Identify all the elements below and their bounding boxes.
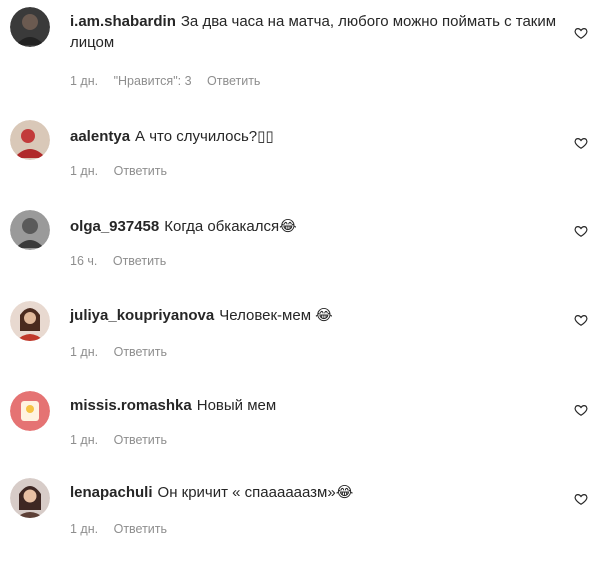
comment-time[interactable]: 1 дн. [70, 74, 98, 88]
comment-item: missis.romashka Новый мем 1 дн. Ответить [0, 391, 600, 481]
comment-item: i.am.shabardin За два часа на матча, любо… [0, 4, 600, 94]
avatar[interactable] [10, 210, 50, 250]
heart-outline-icon[interactable] [574, 492, 588, 506]
comment-item: juliya_koupriyanova Человек-мем 😂 1 дн. О… [0, 301, 600, 391]
reply-button[interactable]: Ответить [114, 433, 167, 447]
heart-outline-icon[interactable] [574, 26, 588, 40]
avatar[interactable] [10, 120, 50, 160]
heart-outline-icon[interactable] [574, 224, 588, 238]
comment-meta: 1 дн. Ответить [70, 164, 179, 178]
comment-username[interactable]: missis.romashka [70, 397, 192, 414]
comment-username[interactable]: olga_937458 [70, 218, 159, 235]
reply-button[interactable]: Ответить [114, 345, 167, 359]
comment-text-block: aalentya А что случилось?▯▯ [70, 126, 560, 147]
comment-time[interactable]: 1 дн. [70, 164, 98, 178]
comment-time[interactable]: 1 дн. [70, 345, 98, 359]
comment-item: lenapachuli Он кричит « спаааааазм»😂 1 дн… [0, 478, 600, 568]
comment-likes[interactable]: "Нравится": 3 [114, 74, 192, 88]
comment-time[interactable]: 16 ч. [70, 254, 97, 268]
comment-username[interactable]: i.am.shabardin [70, 13, 176, 30]
comment-text-block: i.am.shabardin За два часа на матча, любо… [70, 11, 560, 53]
heart-outline-icon[interactable] [574, 313, 588, 327]
comment-item: aalentya А что случилось?▯▯ 1 дн. Ответит… [0, 120, 600, 210]
comment-text-block: missis.romashka Новый мем [70, 395, 560, 416]
comment-meta: 16 ч. Ответить [70, 254, 178, 268]
reply-button[interactable]: Ответить [114, 164, 167, 178]
comment-username[interactable]: lenapachuli [70, 484, 153, 501]
heart-outline-icon[interactable] [574, 136, 588, 150]
comment-username[interactable]: juliya_koupriyanova [70, 307, 214, 324]
avatar[interactable] [10, 478, 50, 518]
comment-meta: 1 дн. Ответить [70, 433, 179, 447]
reply-button[interactable]: Ответить [207, 74, 260, 88]
comment-body: А что случилось?▯▯ [135, 128, 274, 145]
comment-body: Новый мем [196, 397, 277, 414]
comment-body: Когда обкакался😂 [164, 218, 297, 235]
comment-meta: 1 дн. Ответить [70, 345, 179, 359]
comment-time[interactable]: 1 дн. [70, 522, 98, 536]
reply-button[interactable]: Ответить [113, 254, 166, 268]
avatar[interactable] [10, 301, 50, 341]
comment-meta: 1 дн. Ответить [70, 522, 179, 536]
comment-item: olga_937458 Когда обкакался😂 16 ч. Ответи… [0, 210, 600, 300]
comment-username[interactable]: aalentya [70, 128, 130, 145]
comment-body: Он кричит « спаааааазм»😂 [157, 484, 354, 501]
comment-text-block: juliya_koupriyanova Человек-мем 😂 [70, 305, 560, 326]
reply-button[interactable]: Ответить [114, 522, 167, 536]
comment-text-block: olga_937458 Когда обкакался😂 [70, 216, 560, 237]
avatar[interactable] [10, 391, 50, 431]
comment-time[interactable]: 1 дн. [70, 433, 98, 447]
comment-text-block: lenapachuli Он кричит « спаааааазм»😂 [70, 482, 560, 503]
comment-meta: 1 дн. "Нравится": 3 Ответить [70, 74, 272, 88]
avatar[interactable] [10, 7, 50, 47]
heart-outline-icon[interactable] [574, 403, 588, 417]
comment-body: Человек-мем 😂 [219, 307, 333, 324]
